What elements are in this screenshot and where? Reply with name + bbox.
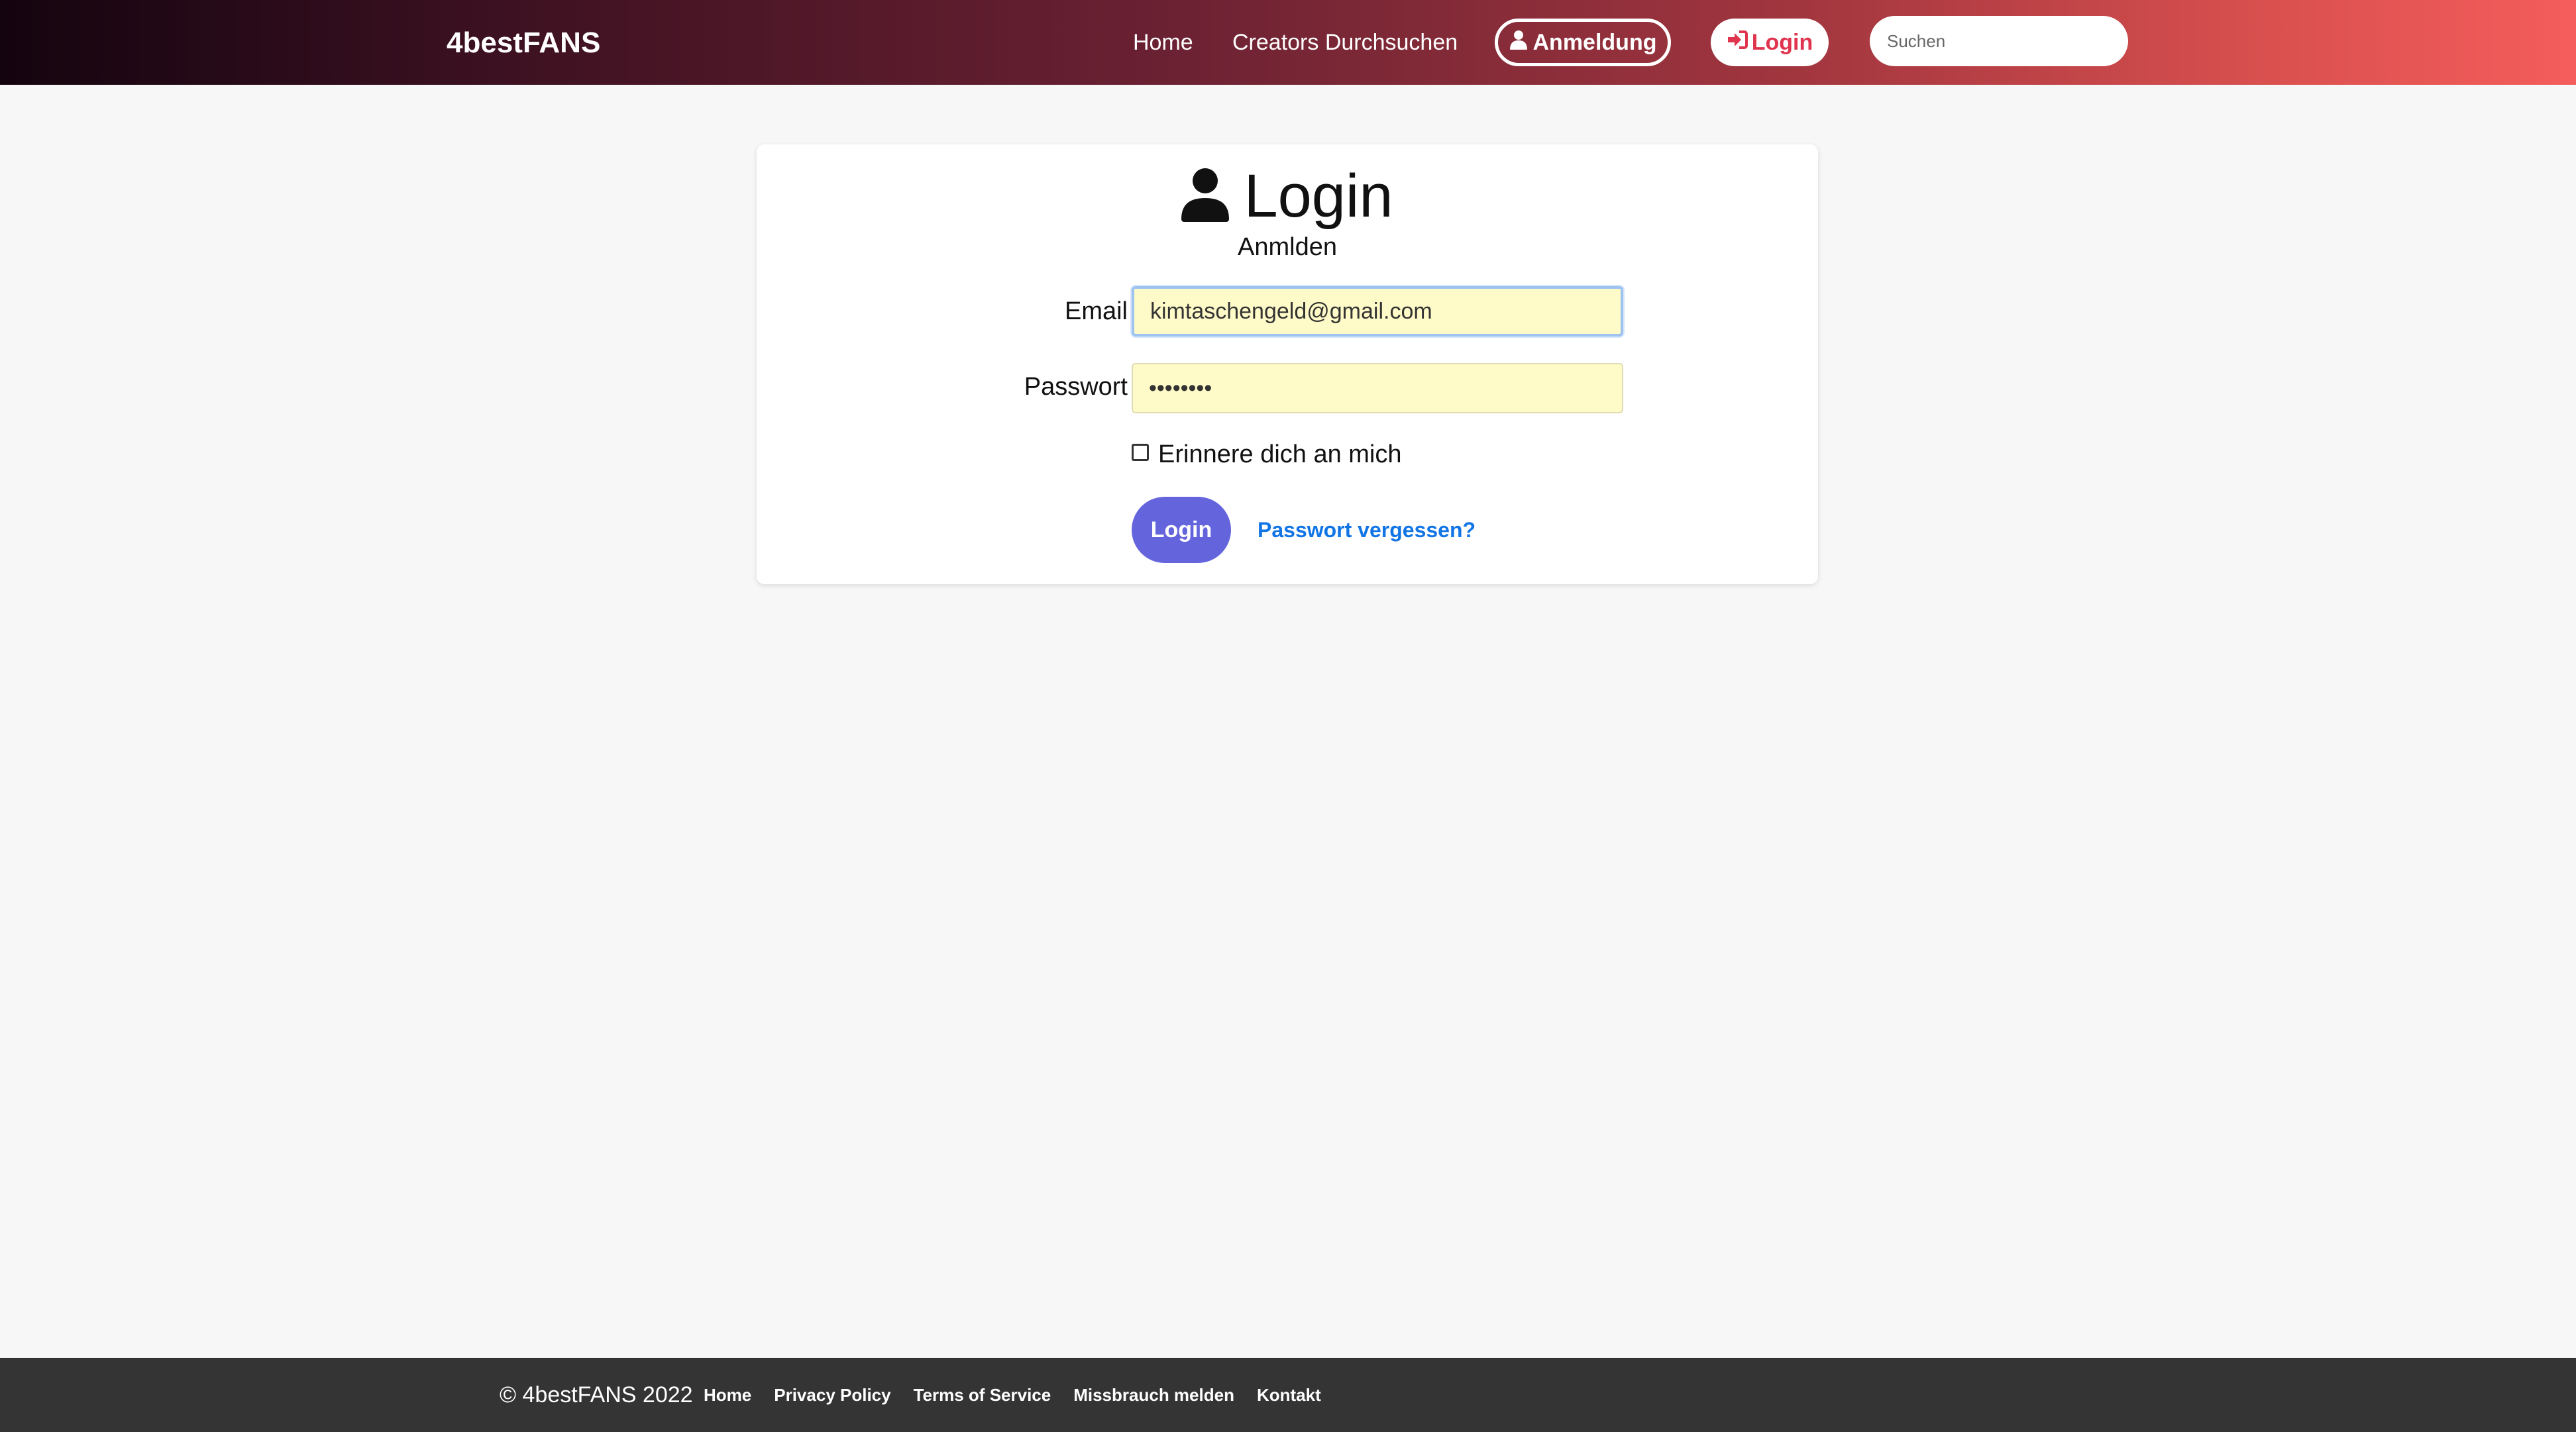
footer-link-report-abuse[interactable]: Missbrauch melden — [1073, 1382, 1234, 1408]
user-icon — [1509, 30, 1528, 56]
register-button[interactable]: Anmeldung — [1495, 19, 1671, 66]
footer-copyright: © 4bestFANS 2022 — [500, 1382, 693, 1407]
remember-me-checkbox[interactable] — [1132, 444, 1149, 461]
login-submit-button[interactable]: Login — [1132, 497, 1231, 563]
footer-link-privacy[interactable]: Privacy Policy — [774, 1382, 890, 1408]
footer-link-contact[interactable]: Kontakt — [1257, 1382, 1321, 1408]
email-label: Email — [1064, 297, 1128, 325]
footer: © 4bestFANS 2022 Home Privacy Policy Ter… — [0, 1358, 2576, 1432]
nav-home-link[interactable]: Home — [1133, 26, 1193, 58]
login-nav-button-label: Login — [1751, 29, 1813, 55]
footer-links: Home Privacy Policy Terms of Service Mis… — [704, 1382, 1321, 1408]
user-icon — [1181, 168, 1230, 225]
brand-logo[interactable]: 4bestFANS — [447, 26, 600, 60]
page-subtitle: Anmlden — [1238, 233, 1337, 261]
page-title: Login — [1244, 162, 1393, 230]
footer-link-home[interactable]: Home — [704, 1382, 751, 1408]
login-heading: Login — [757, 159, 1818, 233]
remember-me-label[interactable]: Erinnere dich an mich — [1158, 438, 1402, 470]
nav-creators-link[interactable]: Creators Durchsuchen — [1232, 26, 1458, 58]
footer-link-terms[interactable]: Terms of Service — [914, 1382, 1051, 1408]
password-label: Passwort — [1024, 373, 1128, 401]
password-field[interactable] — [1132, 363, 1623, 413]
top-navbar: 4bestFANS Home Creators Durchsuchen Anme… — [0, 0, 2576, 85]
email-field[interactable] — [1132, 286, 1623, 336]
register-button-label: Anmeldung — [1532, 29, 1657, 55]
sign-in-icon — [1727, 30, 1748, 56]
login-nav-button[interactable]: Login — [1711, 19, 1829, 66]
forgot-password-link[interactable]: Passwort vergessen? — [1258, 514, 1476, 546]
login-card: Login Anmlden Email Passwort Erinnere di… — [757, 144, 1818, 584]
search-input[interactable] — [1870, 16, 2128, 66]
